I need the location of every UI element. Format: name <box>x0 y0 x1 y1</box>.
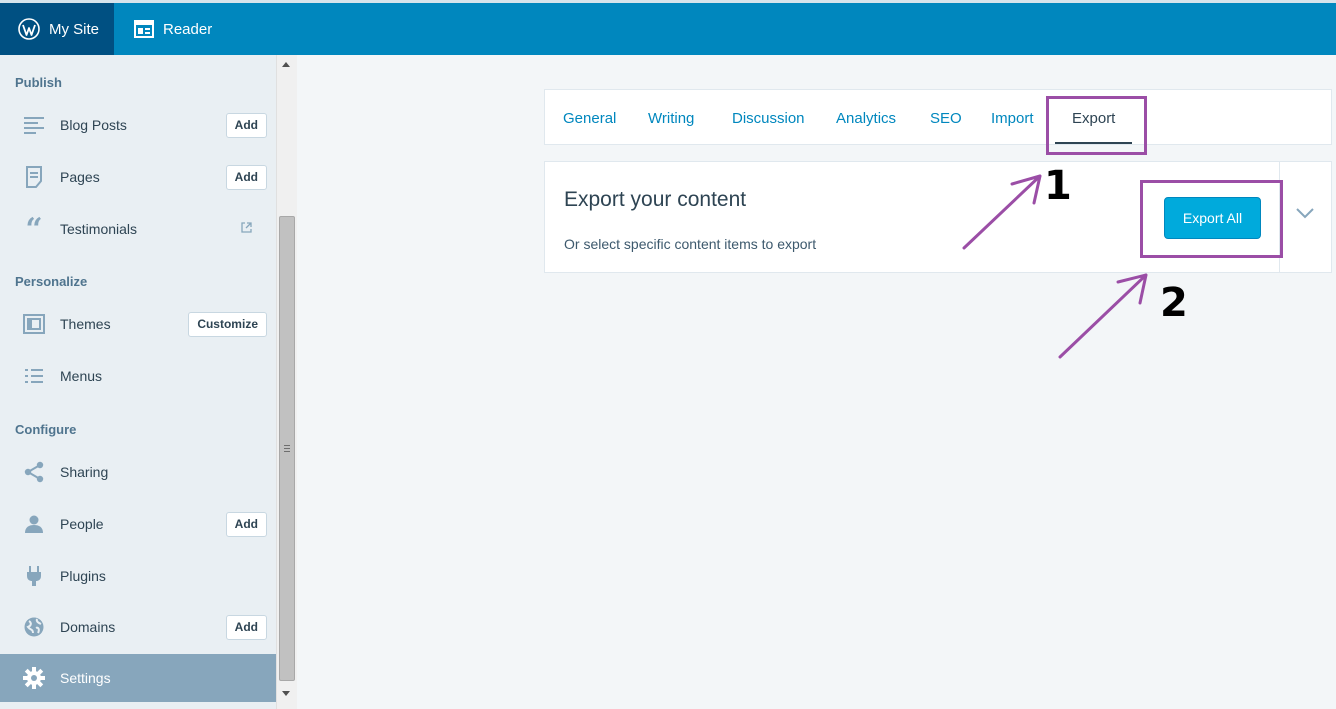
annotation-arrows <box>962 174 1148 359</box>
annotation-number-2: 2 <box>1160 280 1188 326</box>
annotation-arrow-2 <box>1058 273 1148 359</box>
annotation-arrow-1 <box>962 174 1042 250</box>
annotation-number-1: 1 <box>1044 163 1072 209</box>
